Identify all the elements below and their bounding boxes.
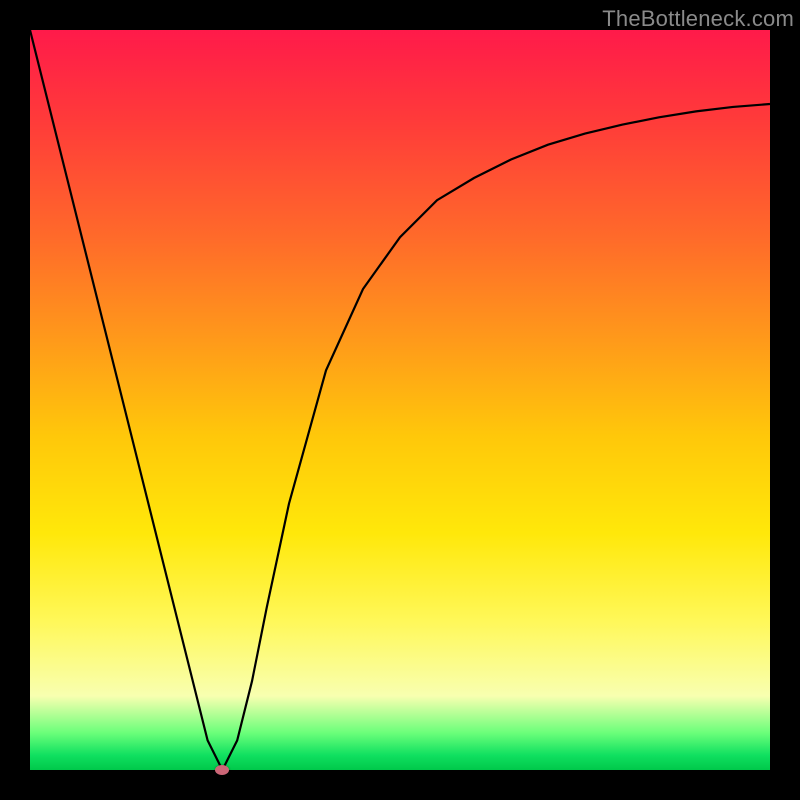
- watermark-text: TheBottleneck.com: [602, 6, 794, 32]
- chart-container: TheBottleneck.com: [0, 0, 800, 800]
- minimum-marker: [215, 765, 229, 775]
- plot-area: [30, 30, 770, 770]
